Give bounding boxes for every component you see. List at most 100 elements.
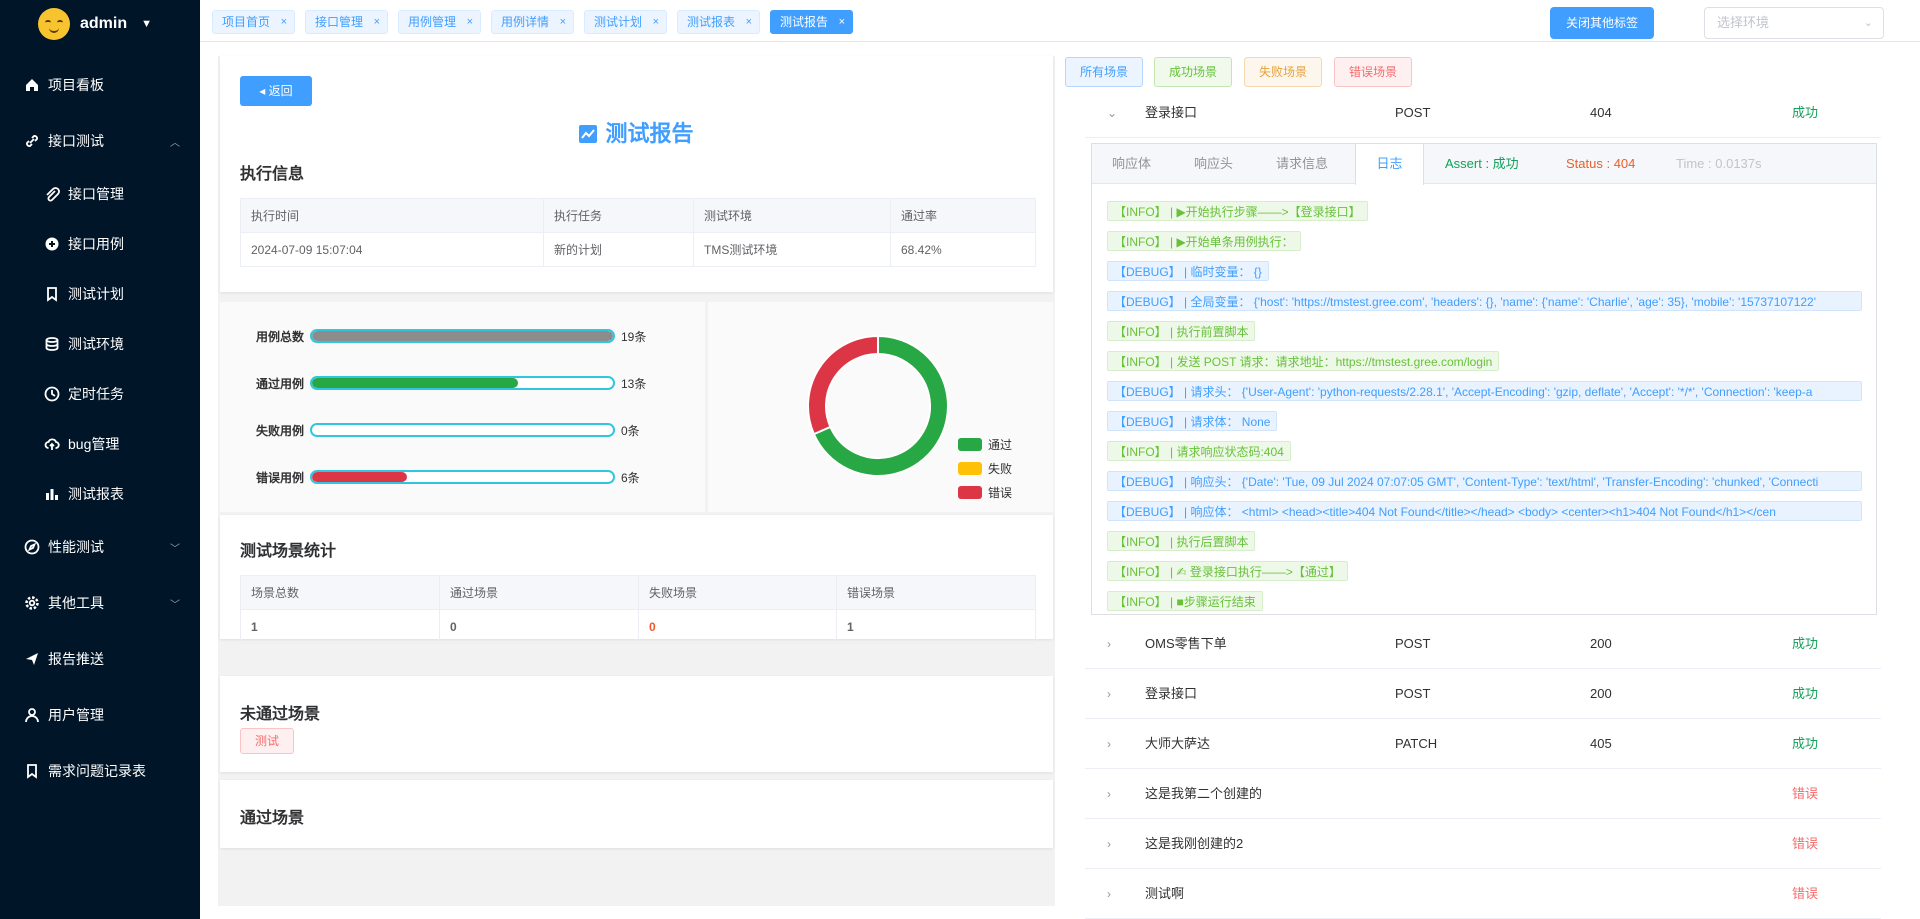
stat-progress-fill [312,378,518,388]
close-icon[interactable]: × [467,11,473,33]
sidebar-item-1[interactable]: 接口测试 ︿ [0,113,200,169]
step-row[interactable]: › 测试啊 错误 [1085,869,1881,919]
legend-label: 失败 [988,461,1013,476]
sidebar-item-label: bug管理 [68,436,120,452]
sidebar-item-4[interactable]: 测试计划 [0,269,200,319]
tab-4[interactable]: 测试计划 × [584,10,668,34]
chevron-down-icon[interactable]: ⌄ [1107,88,1117,138]
exec-time-header: 执行时间 [240,198,544,233]
log-line: 【INFO】 | ▶开始执行步骤——>【登录接口】 [1107,201,1368,221]
step-row[interactable]: ⌄ 登录接口 POST 404 成功 [1085,88,1881,138]
top-bar: 项目首页 × 接口管理 × 用例管理 × 用例详情 × 测试计划 × 测试报表 × 测试报告 × 关闭其他… [200,0,1920,42]
chevron-right-icon[interactable]: › [1107,669,1111,719]
detail-tab-1[interactable]: 响应头 [1194,144,1254,184]
sidebar-item-label: 接口用例 [68,236,124,252]
close-icon[interactable]: × [746,11,752,33]
sidebar-item-8[interactable]: 测试报表 [0,469,200,519]
stat-label: 用例总数 [255,329,304,344]
report-title-text: 测试报告 [605,121,694,146]
detail-tab-0[interactable]: 响应体 [1112,144,1172,184]
legend-item[interactable]: 通过 [958,432,1012,456]
sidebar-item-6[interactable]: 定时任务 [0,369,200,419]
legend-item[interactable]: 失败 [958,456,1012,480]
scene-stats-title: 测试场景统计 [240,543,337,560]
scene-stats-card: 测试场景统计 场景总数 通过场景 失败场景 错误场景 1 0 0 1 [220,515,1053,644]
chevron-down-icon[interactable]: ﹀ [170,596,180,611]
close-icon[interactable]: × [653,11,659,33]
step-row[interactable]: › OMS零售下单 POST 200 成功 [1085,619,1881,669]
sidebar-item-11[interactable]: 报告推送 [0,631,200,687]
detail-tab-5: Status : 404 [1566,156,1636,171]
exec-env-value: TMS测试环境 [693,232,891,267]
filter-button-1[interactable]: 成功场景 [1154,57,1233,87]
username: admin [80,15,128,32]
step-row[interactable]: › 这是我第二个创建的 错误 [1085,769,1881,819]
step-row[interactable]: › 登录接口 POST 200 成功 [1085,669,1881,719]
sidebar-item-5[interactable]: 测试环境 [0,319,200,369]
chevron-right-icon[interactable]: › [1107,869,1111,919]
detail-tab-2[interactable]: 请求信息 [1276,144,1356,184]
pass-rate-header: 通过率 [890,198,1036,233]
scene-total-value: 1 [240,609,440,644]
sidebar-item-label: 用户管理 [48,707,104,723]
tab-5[interactable]: 测试报表 × [677,10,761,34]
sidebar-item-9[interactable]: 性能测试 ﹀ [0,519,200,575]
step-method: POST [1395,636,1431,651]
detail-tab-3[interactable]: 日志 [1355,144,1424,185]
stat-progress-bar [310,423,615,437]
tab-0[interactable]: 项目首页 × [212,10,296,34]
chevron-right-icon[interactable]: › [1107,769,1111,819]
database-icon [44,336,60,352]
failed-scene-tag[interactable]: 测试 [240,728,295,754]
legend-item[interactable]: 错误 [958,480,1012,504]
filter-button-2[interactable]: 失败场景 [1244,57,1323,87]
tab-2[interactable]: 用例管理 × [398,10,482,34]
back-button[interactable]: ◂ 返回 [240,76,312,106]
stat-row: 用例总数 19条 [240,326,700,346]
step-row[interactable]: › 这是我刚创建的2 错误 [1085,819,1881,869]
filter-button-0[interactable]: 所有场景 [1065,57,1144,87]
detail-tabs: 响应体 响应头 请求信息 日志 Assert : 成功 Status : 404 Time … [1092,144,1876,185]
step-method: POST [1395,686,1431,701]
sidebar-item-3[interactable]: 接口用例 [0,219,200,269]
tab-6[interactable]: 测试报告 × [770,10,854,34]
chevron-down-icon: ⌄ [1863,17,1873,29]
chevron-down-icon[interactable]: ﹀ [170,540,180,555]
sidebar-item-2[interactable]: 接口管理 [0,169,200,219]
chevron-up-icon[interactable]: ︿ [170,134,180,149]
log-line: 【INFO】 | 请求响应状态码:404 [1107,441,1291,461]
exec-env-header: 测试环境 [693,198,891,233]
chevron-right-icon[interactable]: › [1107,619,1111,669]
tab-3[interactable]: 用例详情 × [491,10,575,34]
tab-label: 用例管理 [408,15,457,29]
close-other-tabs-button[interactable]: 关闭其他标签 [1550,7,1654,39]
pie-slice-2[interactable] [807,334,879,436]
back-button-label: 返回 [268,84,293,98]
bar-chart-icon [44,486,60,502]
chevron-right-icon[interactable]: › [1107,719,1111,769]
sidebar-item-13[interactable]: 需求问题记录表 [0,743,200,799]
sidebar-item-10[interactable]: 其他工具 ﹀ [0,575,200,631]
step-row[interactable]: › 大师大萨达 PATCH 405 成功 [1085,719,1881,769]
environment-select[interactable]: 选择环境 ⌄ [1704,7,1884,39]
log-line: 【INFO】 | 执行前置脚本 [1107,321,1256,341]
log-line: 【DEBUG】 | 响应头： {'Date': 'Tue, 09 Jul 202… [1107,471,1862,491]
legend-swatch [958,485,982,499]
sidebar-item-12[interactable]: 用户管理 [0,687,200,743]
user-menu[interactable]: admin ▼ [0,0,200,48]
sidebar-item-0[interactable]: 项目看板 [0,57,200,113]
log-line: 【DEBUG】 | 响应体： <html> <head><title>404 N… [1107,501,1862,521]
close-icon[interactable]: × [560,11,566,33]
filter-button-3[interactable]: 错误场景 [1334,57,1413,87]
exec-info-title: 执行信息 [240,166,305,183]
sidebar-item-7[interactable]: bug管理 [0,419,200,469]
chevron-right-icon[interactable]: › [1107,819,1111,869]
close-icon[interactable]: × [374,11,380,33]
close-icon[interactable]: × [839,11,845,33]
failed-scenes-title: 未通过场景 [240,706,321,723]
pass-rate-value: 68.42% [890,232,1036,267]
step-method: POST [1395,105,1431,120]
close-icon[interactable]: × [281,11,287,33]
scene-error-header: 错误场景 [836,575,1036,610]
tab-1[interactable]: 接口管理 × [305,10,389,34]
